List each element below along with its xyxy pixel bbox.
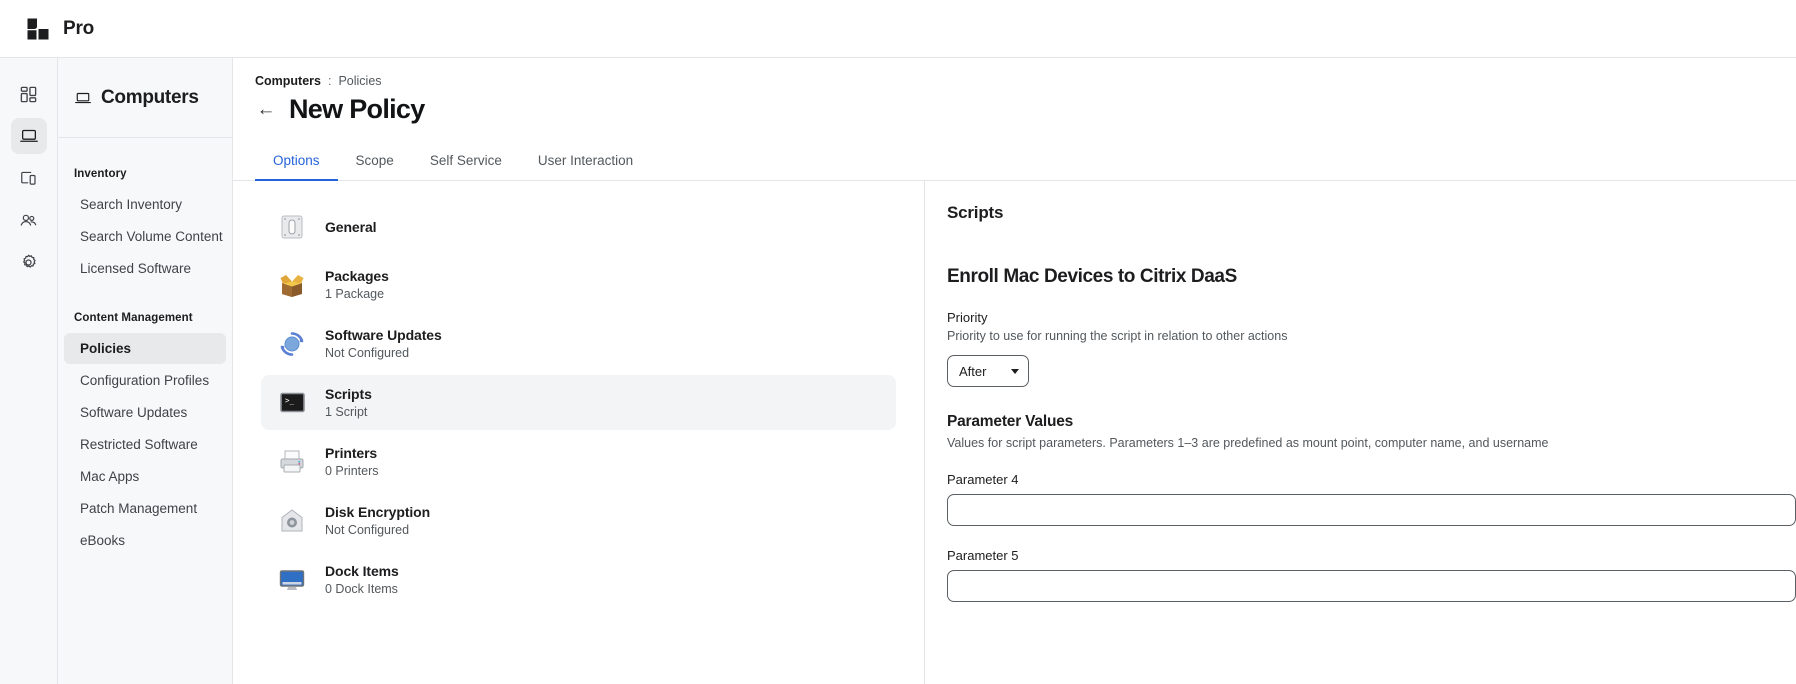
- payload-sub: 0 Dock Items: [325, 582, 399, 596]
- detail-heading: Scripts: [947, 203, 1796, 223]
- payload-name: Disk Encryption: [325, 504, 430, 520]
- breadcrumb: Computers : Policies: [255, 74, 1796, 88]
- payload-row-software-updates[interactable]: Software Updates Not Configured: [261, 316, 896, 371]
- payload-text: General: [325, 219, 376, 235]
- svg-text:>_: >_: [285, 396, 295, 405]
- priority-select-value: After: [959, 364, 986, 379]
- package-box-icon: [277, 270, 307, 300]
- payload-row-dock-items[interactable]: Dock Items 0 Dock Items: [261, 552, 896, 607]
- laptop-icon: [19, 126, 39, 146]
- payload-name: Dock Items: [325, 563, 399, 579]
- sidebar-item-search-inventory[interactable]: Search Inventory: [64, 189, 226, 220]
- icon-rail: [0, 58, 58, 684]
- payload-text: Scripts 1 Script: [325, 386, 372, 419]
- script-name: Enroll Mac Devices to Citrix DaaS: [947, 266, 1796, 288]
- chevron-down-icon: [1011, 369, 1019, 374]
- payload-row-disk-encryption[interactable]: Disk Encryption Not Configured: [261, 493, 896, 548]
- payload-row-packages[interactable]: Packages 1 Package: [261, 257, 896, 312]
- gear-icon: [19, 253, 38, 272]
- parameter-values-help: Values for script parameters. Parameters…: [947, 436, 1796, 450]
- sidebar-item-search-volume-content[interactable]: Search Volume Content: [64, 221, 226, 252]
- sidebar-item-restricted-software[interactable]: Restricted Software: [64, 429, 226, 460]
- parameter-4-input[interactable]: [947, 494, 1796, 526]
- tab-scope[interactable]: Scope: [338, 143, 412, 181]
- payload-text: Disk Encryption Not Configured: [325, 504, 430, 537]
- sidebar-item-configuration-profiles[interactable]: Configuration Profiles: [64, 365, 226, 396]
- tab-bar: Options Scope Self Service User Interact…: [233, 143, 1796, 181]
- priority-select[interactable]: After: [947, 355, 1029, 387]
- payload-name: Scripts: [325, 386, 372, 402]
- title-row: ← New Policy: [255, 94, 1796, 125]
- sidebar-item-software-updates[interactable]: Software Updates: [64, 397, 226, 428]
- terminal-icon: >_: [277, 388, 307, 418]
- app-body: Computers Inventory Search Inventory Sea…: [0, 58, 1796, 684]
- nav-group-label-content-management: Content Management: [58, 302, 232, 332]
- sidebar-item-policies[interactable]: Policies: [64, 333, 226, 364]
- sidebar-header: Computers: [58, 58, 232, 138]
- brand[interactable]: Pro: [25, 16, 94, 42]
- payload-row-scripts[interactable]: >_ Scripts 1 Script: [261, 375, 896, 430]
- breadcrumb-policies[interactable]: Policies: [338, 74, 381, 88]
- top-bar: Pro: [0, 0, 1796, 58]
- parameter-4-label: Parameter 4: [947, 472, 1796, 487]
- payload-text: Printers 0 Printers: [325, 445, 379, 478]
- payload-name: Software Updates: [325, 327, 442, 343]
- rail-item-devices[interactable]: [11, 160, 47, 196]
- payload-text: Dock Items 0 Dock Items: [325, 563, 399, 596]
- main-content: Computers : Policies ← New Policy Option…: [233, 58, 1796, 684]
- payload-name: General: [325, 219, 376, 235]
- dock-monitor-icon: [277, 565, 307, 595]
- dashboard-grid-icon: [19, 85, 38, 104]
- parameter-5-input[interactable]: [947, 570, 1796, 602]
- parameter-values-heading: Parameter Values: [947, 413, 1796, 431]
- sidebar-item-ebooks[interactable]: eBooks: [64, 525, 226, 556]
- sidebar-item-licensed-software[interactable]: Licensed Software: [64, 253, 226, 284]
- printer-icon: [277, 447, 307, 477]
- app-window: Pro: [0, 0, 1796, 684]
- disk-encryption-icon: [277, 506, 307, 536]
- payload-sub: 1 Package: [325, 287, 389, 301]
- mobile-device-icon: [19, 169, 38, 188]
- back-arrow-icon[interactable]: ←: [255, 99, 277, 121]
- laptop-icon: [74, 89, 92, 107]
- payload-detail-pane: Scripts Enroll Mac Devices to Citrix Daa…: [925, 181, 1796, 684]
- sidebar-nav-list: Inventory Search Inventory Search Volume…: [58, 138, 232, 557]
- rail-item-dashboard[interactable]: [11, 76, 47, 112]
- breadcrumb-separator: :: [328, 74, 331, 88]
- priority-label: Priority: [947, 310, 1796, 325]
- software-update-icon: [277, 329, 307, 359]
- page-header: Computers : Policies ← New Policy: [233, 58, 1796, 125]
- payload-name: Packages: [325, 268, 389, 284]
- payload-sub: 0 Printers: [325, 464, 379, 478]
- payload-sub: Not Configured: [325, 346, 442, 360]
- payload-list: General: [233, 181, 925, 684]
- payload-row-printers[interactable]: Printers 0 Printers: [261, 434, 896, 489]
- payload-text: Software Updates Not Configured: [325, 327, 442, 360]
- tab-self-service[interactable]: Self Service: [412, 143, 520, 181]
- rail-item-computers[interactable]: [11, 118, 47, 154]
- section-sidebar: Computers Inventory Search Inventory Sea…: [58, 58, 233, 684]
- page-title: New Policy: [289, 94, 425, 125]
- payload-name: Printers: [325, 445, 379, 461]
- tab-user-interaction[interactable]: User Interaction: [520, 143, 651, 181]
- payload-text: Packages 1 Package: [325, 268, 389, 301]
- tab-options[interactable]: Options: [255, 143, 338, 181]
- payload-sub: Not Configured: [325, 523, 430, 537]
- users-icon: [19, 211, 38, 230]
- rail-item-users[interactable]: [11, 202, 47, 238]
- rail-item-settings[interactable]: [11, 244, 47, 280]
- switch-icon: [277, 212, 307, 242]
- breadcrumb-computers[interactable]: Computers: [255, 74, 321, 88]
- payload-row-general[interactable]: General: [261, 201, 896, 253]
- content-panes: General: [233, 181, 1796, 684]
- brand-name: Pro: [63, 18, 94, 40]
- parameter-5-label: Parameter 5: [947, 548, 1796, 563]
- sidebar-item-mac-apps[interactable]: Mac Apps: [64, 461, 226, 492]
- priority-help-text: Priority to use for running the script i…: [947, 329, 1796, 343]
- payload-sub: 1 Script: [325, 405, 372, 419]
- sidebar-title: Computers: [101, 87, 199, 109]
- jamf-logo-icon: [25, 16, 51, 42]
- nav-group-label-inventory: Inventory: [58, 158, 232, 188]
- sidebar-item-patch-management[interactable]: Patch Management: [64, 493, 226, 524]
